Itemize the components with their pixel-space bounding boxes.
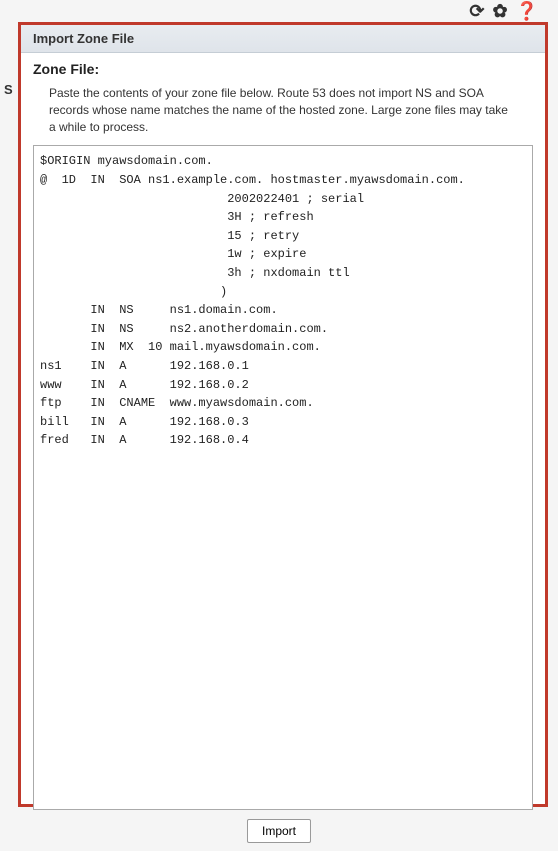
zone-file-textarea[interactable] <box>33 145 533 810</box>
side-tab-letter: S <box>4 82 13 97</box>
refresh-icon[interactable]: ⟳ <box>469 1 484 22</box>
dialog-container: Import Zone File Zone File: Paste the co… <box>18 22 548 807</box>
instructions-text: Paste the contents of your zone file bel… <box>21 81 545 145</box>
zone-file-label: Zone File: <box>21 53 545 81</box>
settings-icon[interactable]: ✿ <box>492 1 507 22</box>
header-toolbar: ⟳ ✿ ❓ <box>469 0 538 20</box>
dialog-title: Import Zone File <box>21 25 545 53</box>
import-button[interactable]: Import <box>247 819 311 843</box>
help-icon[interactable]: ❓ <box>516 1 538 22</box>
import-button-wrap: Import <box>247 819 311 843</box>
zone-file-textarea-wrap <box>21 145 545 822</box>
